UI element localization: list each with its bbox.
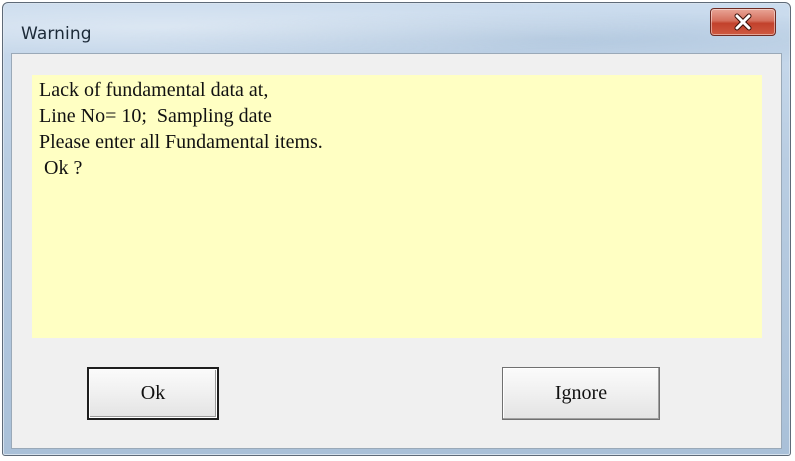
dialog-body: Lack of fundamental data at, Line No= 10… xyxy=(11,53,782,449)
message-line-3: Please enter all Fundamental items. xyxy=(39,131,323,153)
ok-button[interactable]: Ok xyxy=(87,367,219,420)
close-button[interactable] xyxy=(710,8,776,36)
message-line-4: Ok ? xyxy=(39,157,83,179)
dialog-title: Warning xyxy=(21,24,92,44)
close-icon xyxy=(732,13,754,31)
message-line-2: Line No= 10; Sampling date xyxy=(39,105,272,127)
warning-dialog: Warning Lack of fundamental data at, Lin… xyxy=(2,2,791,456)
ignore-button[interactable]: Ignore xyxy=(502,367,660,420)
message-panel: Lack of fundamental data at, Line No= 10… xyxy=(32,75,762,338)
message-line-1: Lack of fundamental data at, xyxy=(39,79,269,101)
